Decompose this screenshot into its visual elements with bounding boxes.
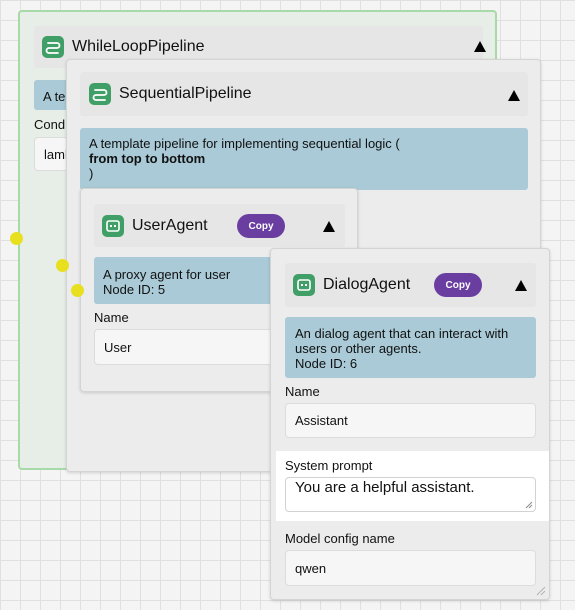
dialog-agent-name-input[interactable]: Assistant <box>285 403 536 438</box>
sequential-description-close: ) <box>89 166 94 181</box>
copy-button[interactable]: Copy <box>237 214 285 238</box>
sequential-title: SequentialPipeline <box>119 85 252 102</box>
system-prompt-value: You are a helpful assistant. <box>295 479 475 496</box>
dialog-agent-name-value: Assistant <box>295 413 348 428</box>
sequential-header[interactable]: SequentialPipeline <box>80 72 528 116</box>
connection-handle[interactable] <box>56 259 69 272</box>
copy-button[interactable]: Copy <box>434 273 482 297</box>
dialog-agent-description-line: An dialog agent that can interact with <box>295 326 509 341</box>
user-agent-title: UserAgent <box>132 216 208 234</box>
dialog-agent-node[interactable]: DialogAgent Copy An dialog agent that ca… <box>270 248 550 600</box>
collapse-arrow-icon[interactable] <box>508 90 520 101</box>
dialog-agent-name-label: Name <box>285 384 320 399</box>
sequential-description-line: A template pipeline for implementing seq… <box>89 136 400 151</box>
system-prompt-label: System prompt <box>285 458 373 473</box>
pipeline-icon <box>42 36 64 58</box>
dialog-agent-title: DialogAgent <box>323 276 411 293</box>
dialog-agent-description: An dialog agent that can interact with u… <box>285 317 536 378</box>
collapse-arrow-icon[interactable] <box>515 280 527 291</box>
dialog-agent-description-line: users or other agents. <box>295 341 422 356</box>
connection-handle[interactable] <box>10 232 23 245</box>
system-prompt-textarea[interactable]: You are a helpful assistant. <box>285 477 536 512</box>
while-loop-title: WhileLoopPipeline <box>72 38 205 55</box>
dialog-agent-node-id: Node ID: 6 <box>295 356 358 371</box>
resize-grip-icon[interactable] <box>525 501 533 509</box>
user-agent-header[interactable]: UserAgent Copy <box>94 204 345 247</box>
model-config-value: qwen <box>295 560 327 576</box>
while-loop-cond-value: laml <box>44 146 68 162</box>
while-loop-cond-label: Cond <box>34 117 66 132</box>
collapse-arrow-icon[interactable] <box>323 221 335 232</box>
user-agent-name-label: Name <box>94 310 129 325</box>
model-config-input[interactable]: qwen <box>285 550 536 586</box>
connection-handle[interactable] <box>71 284 84 297</box>
dialog-agent-header[interactable]: DialogAgent Copy <box>285 263 536 307</box>
sequential-description-bold: from top to bottom <box>89 151 206 166</box>
while-loop-description-text: A te <box>43 89 66 104</box>
sequential-description: A template pipeline for implementing seq… <box>80 128 528 190</box>
agent-icon <box>102 214 124 237</box>
pipeline-icon <box>89 83 111 105</box>
agent-icon <box>293 274 315 296</box>
user-agent-name-value: User <box>104 339 132 355</box>
collapse-arrow-icon[interactable] <box>474 41 486 52</box>
node-resize-icon[interactable] <box>536 586 546 596</box>
model-config-label: Model config name <box>285 531 395 546</box>
